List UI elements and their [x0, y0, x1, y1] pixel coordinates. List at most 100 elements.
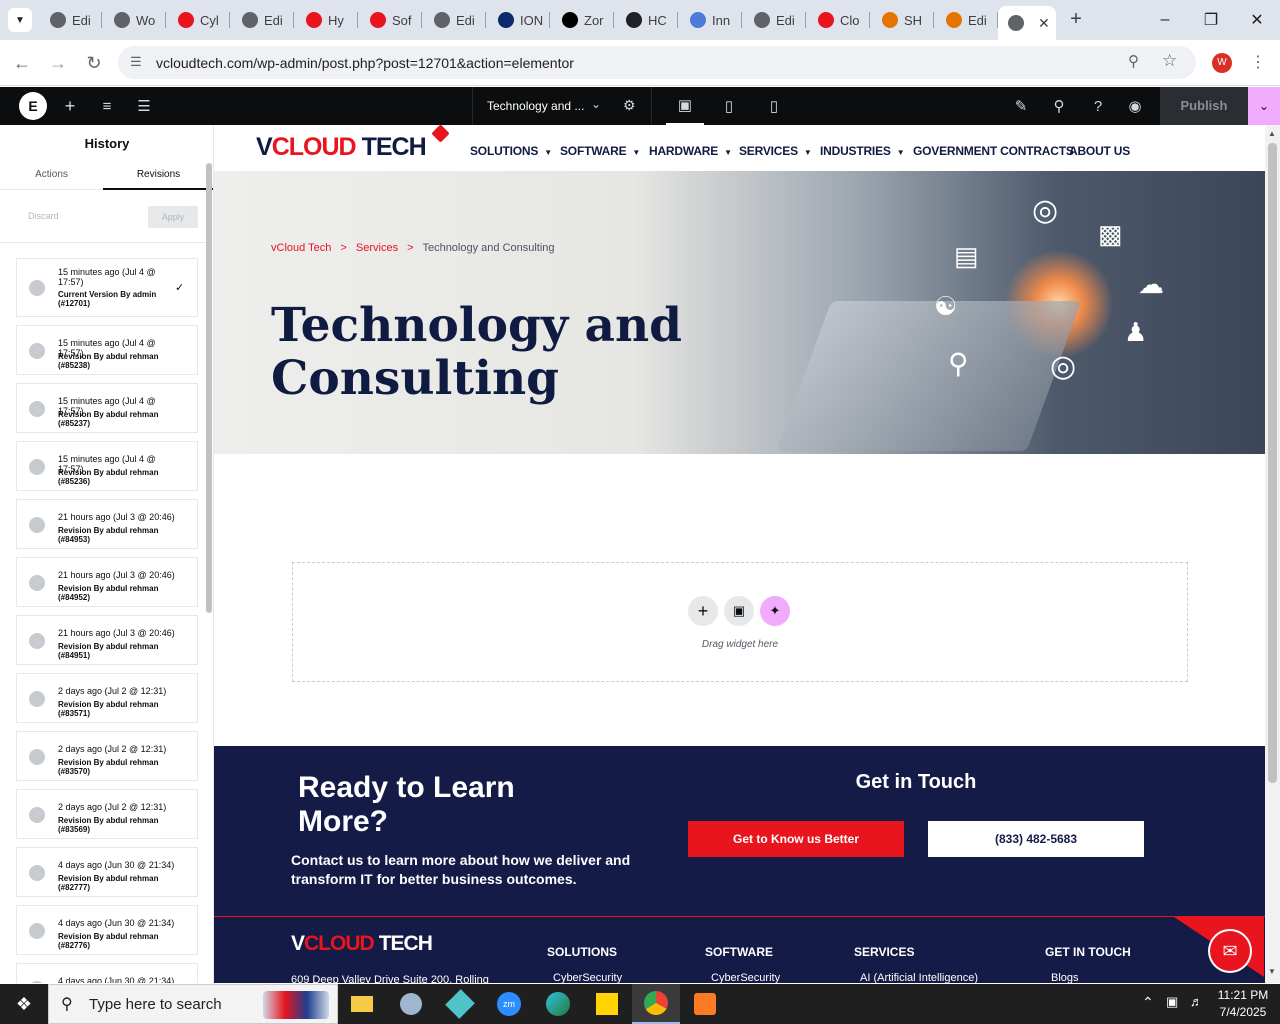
- structure-icon[interactable]: ☰: [132, 87, 156, 125]
- back-button[interactable]: ←: [7, 48, 37, 78]
- footer-link[interactable]: Blogs: [1051, 972, 1079, 983]
- zoom-icon[interactable]: ⚲: [1128, 52, 1139, 70]
- scroll-thumb[interactable]: [1268, 143, 1277, 783]
- nav-item[interactable]: SOFTWARE ▼: [560, 144, 640, 158]
- close-tab-icon[interactable]: ✕: [1038, 15, 1050, 32]
- publish-options-button[interactable]: ⌄: [1248, 87, 1280, 125]
- breadcrumb-services[interactable]: Services: [356, 242, 398, 254]
- tab-search-button[interactable]: ▼: [8, 8, 32, 32]
- edge-icon[interactable]: [534, 984, 582, 1024]
- browser-tab[interactable]: Edi: [232, 6, 288, 34]
- revision-item[interactable]: 4 days ago (Jun 30 @ 21:34): [16, 963, 198, 983]
- get-to-know-button[interactable]: Get to Know us Better: [688, 821, 904, 857]
- nav-item[interactable]: SERVICES ▼: [739, 144, 812, 158]
- nav-item[interactable]: INDUSTRIES ▼: [820, 144, 905, 158]
- revision-item-current[interactable]: 15 minutes ago (Jul 4 @ 17:57) Current Ve…: [16, 258, 198, 317]
- forward-button[interactable]: →: [43, 48, 73, 78]
- page-title-dropdown[interactable]: Technology and ...: [487, 99, 584, 113]
- site-settings-icon[interactable]: ≡: [95, 87, 119, 125]
- browser-tab[interactable]: Edi: [936, 6, 992, 34]
- drop-zone[interactable]: + ▣ ✦ Drag widget here: [292, 562, 1188, 682]
- revision-item[interactable]: 15 minutes ago (Jul 4 @ 17:57) Revision B…: [16, 325, 198, 375]
- close-window-button[interactable]: ✕: [1234, 0, 1280, 40]
- url-text[interactable]: vcloudtech.com/wp-admin/post.php?post=12…: [156, 55, 574, 71]
- browser-tab[interactable]: SH: [872, 6, 928, 34]
- sticky-notes-icon[interactable]: [583, 984, 631, 1024]
- browser-tab[interactable]: Cyl: [168, 6, 224, 34]
- nav-item[interactable]: SOLUTIONS ▼: [470, 144, 552, 158]
- browser-tab[interactable]: Inn: [680, 6, 736, 34]
- clock[interactable]: 11:21 PM 7/4/2025: [1212, 987, 1274, 1021]
- notes-icon[interactable]: ✎: [1008, 87, 1034, 125]
- revision-item[interactable]: 15 minutes ago (Jul 4 @ 17:57) Revision B…: [16, 383, 198, 433]
- breadcrumb-home[interactable]: vCloud Tech: [271, 242, 331, 254]
- tab-actions[interactable]: Actions: [0, 169, 103, 180]
- apply-button[interactable]: Apply: [148, 206, 198, 228]
- taskbar-search[interactable]: ⚲ Type here to search: [48, 984, 338, 1024]
- revision-item[interactable]: 2 days ago (Jul 2 @ 12:31) Revision By ab…: [16, 789, 198, 839]
- bookmark-star-icon[interactable]: ☆: [1162, 51, 1177, 71]
- help-icon[interactable]: ?: [1085, 87, 1111, 125]
- file-explorer-icon[interactable]: [338, 984, 386, 1024]
- discard-button[interactable]: Discard: [28, 211, 59, 221]
- revision-item[interactable]: 2 days ago (Jul 2 @ 12:31) Revision By ab…: [16, 731, 198, 781]
- mobile-view-icon[interactable]: ▯: [755, 87, 793, 125]
- revision-item[interactable]: 21 hours ago (Jul 3 @ 20:46) Revision By …: [16, 615, 198, 665]
- revision-item[interactable]: 2 days ago (Jul 2 @ 12:31) Revision By ab…: [16, 673, 198, 723]
- revision-item[interactable]: 21 hours ago (Jul 3 @ 20:46) Revision By …: [16, 499, 198, 549]
- panel-scrollbar[interactable]: [206, 163, 212, 613]
- page-settings-icon[interactable]: ⚙: [623, 97, 636, 114]
- revision-item[interactable]: 15 minutes ago (Jul 4 @ 17:57) Revision B…: [16, 441, 198, 491]
- chat-bubble-button[interactable]: ✉: [1210, 931, 1250, 971]
- browser-tab[interactable]: Edi: [744, 6, 800, 34]
- revision-item[interactable]: 21 hours ago (Jul 3 @ 20:46) Revision By …: [16, 557, 198, 607]
- browser-tab[interactable]: ION: [488, 6, 544, 34]
- nav-item[interactable]: GOVERNMENT CONTRACTS: [913, 144, 1074, 158]
- volume-icon[interactable]: ♬: [1190, 994, 1203, 1009]
- browser-menu-icon[interactable]: ⋮: [1250, 52, 1266, 72]
- nav-item[interactable]: HARDWARE ▼: [649, 144, 732, 158]
- minimize-button[interactable]: –: [1142, 0, 1188, 40]
- app-icon-2[interactable]: [387, 984, 435, 1024]
- browser-tab[interactable]: Hy: [296, 6, 352, 34]
- nav-item[interactable]: ABOUT US: [1069, 144, 1130, 158]
- tab-revisions[interactable]: Revisions: [103, 169, 213, 180]
- publish-button[interactable]: Publish: [1160, 87, 1248, 125]
- footer-link[interactable]: CyberSecurity: [553, 972, 622, 983]
- network-icon[interactable]: ▣: [1166, 994, 1178, 1010]
- add-template-folder-icon[interactable]: ▣: [724, 596, 754, 626]
- browser-tab[interactable]: Edi: [424, 6, 480, 34]
- zoom-app-icon[interactable]: zm: [485, 984, 533, 1024]
- ai-sparkle-icon[interactable]: ✦: [760, 596, 790, 626]
- add-section-button[interactable]: +: [688, 596, 718, 626]
- elementor-logo-icon[interactable]: E: [19, 92, 47, 120]
- xampp-icon[interactable]: [681, 984, 729, 1024]
- browser-tab[interactable]: Sof: [360, 6, 416, 34]
- browser-tab[interactable]: HC: [616, 6, 672, 34]
- tablet-view-icon[interactable]: ▯: [710, 87, 748, 125]
- reload-button[interactable]: ↻: [79, 48, 109, 78]
- browser-tab[interactable]: Wo: [104, 6, 160, 34]
- revision-item[interactable]: 4 days ago (Jun 30 @ 21:34) Revision By a…: [16, 847, 198, 897]
- scroll-down-icon[interactable]: ▼: [1268, 967, 1276, 976]
- canvas-scrollbar[interactable]: ▲ ▼: [1265, 125, 1280, 983]
- app-icon-3[interactable]: [436, 984, 484, 1024]
- desktop-view-icon[interactable]: ▣: [666, 87, 704, 125]
- profile-avatar[interactable]: W: [1212, 53, 1232, 73]
- add-element-icon[interactable]: +: [58, 87, 82, 125]
- document-selector[interactable]: Technology and ... ⌄ ⚙: [472, 87, 652, 125]
- revision-item[interactable]: 4 days ago (Jun 30 @ 21:34) Revision By a…: [16, 905, 198, 955]
- site-logo[interactable]: VCLOUD TECH: [256, 125, 450, 163]
- browser-tab[interactable]: Clo: [808, 6, 864, 34]
- browser-tab[interactable]: Edi: [40, 6, 96, 34]
- restore-button[interactable]: ❐: [1188, 0, 1234, 40]
- tray-chevron-icon[interactable]: ⌃: [1142, 994, 1154, 1011]
- new-tab-button[interactable]: +: [1064, 7, 1088, 31]
- footer-link[interactable]: CyberSecurity: [711, 972, 780, 983]
- preview-eye-icon[interactable]: ◉: [1122, 87, 1148, 125]
- browser-tab[interactable]: Zor: [552, 6, 608, 34]
- phone-button[interactable]: (833) 482-5683: [928, 821, 1144, 857]
- address-bar[interactable]: ☰ vcloudtech.com/wp-admin/post.php?post=…: [118, 46, 1196, 79]
- footer-logo[interactable]: VCLOUD TECH: [291, 932, 433, 956]
- start-button[interactable]: ❖: [0, 984, 48, 1024]
